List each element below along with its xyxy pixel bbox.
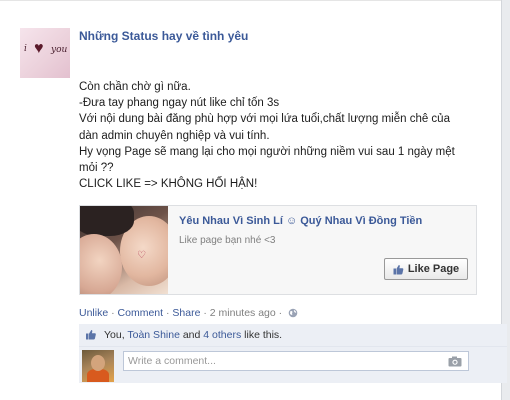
- like-page-button[interactable]: Like Page: [384, 258, 468, 280]
- avatar[interactable]: [82, 350, 114, 382]
- heart-icon: ♡: [137, 250, 146, 261]
- post-line: CLICK LIKE => KHÔNG HỐI HẬN!: [79, 178, 258, 191]
- camera-icon[interactable]: [448, 356, 462, 370]
- post-line: Còn chần chờ gì nữa.: [79, 81, 191, 93]
- post-text: Còn chần chờ gì nữa. -Đưa tay phang ngay…: [79, 79, 494, 192]
- shared-page-image[interactable]: ♡: [80, 206, 168, 294]
- like-page-label: Like Page: [407, 263, 460, 275]
- likes-suffix: like this.: [241, 329, 283, 341]
- avatar-head: [91, 355, 105, 371]
- thumbs-up-icon: [85, 329, 97, 343]
- separator: ·: [275, 307, 286, 319]
- likes-you: You,: [104, 329, 128, 341]
- avatar-text-right: you: [51, 45, 68, 55]
- unlike-link[interactable]: Unlike: [79, 307, 108, 319]
- globe-icon[interactable]: [288, 308, 298, 321]
- separator: ·: [108, 307, 118, 319]
- others-link[interactable]: 4 others: [203, 329, 241, 341]
- top-divider: [0, 0, 501, 1]
- post-line: Hy vọng Page sẽ mang lại cho mọi người n…: [79, 145, 455, 158]
- liker-friend-link[interactable]: Toàn Shine: [127, 329, 180, 341]
- image-face: [80, 234, 122, 294]
- shared-page-card: ♡ Yêu Nhau Vì Sinh Lí ☺ Quý Nhau Vì Đồng…: [79, 205, 477, 295]
- avatar-text-left: i: [24, 44, 27, 54]
- likes-text: You, Toàn Shine and 4 others like this.: [104, 329, 282, 341]
- shared-page-subtitle: Like page bạn nhé <3: [179, 235, 276, 246]
- separator: ·: [200, 307, 210, 319]
- post-actions: Unlike · Comment · Share · 2 minutes ago…: [79, 307, 298, 321]
- heart-icon: ♥: [34, 40, 44, 57]
- share-link[interactable]: Share: [172, 307, 200, 319]
- timestamp[interactable]: 2 minutes ago: [210, 307, 276, 319]
- thumbs-up-icon: [393, 264, 404, 275]
- post-line: Với nội dung bài đăng phù hợp với mọi lứ…: [79, 113, 450, 126]
- post-line: dàn admin chuyên nghiệp và vui tính.: [79, 129, 270, 142]
- page-avatar[interactable]: i ♥ you: [20, 28, 70, 78]
- post-line: -Đưa tay phang ngay nút like chỉ tốn 3s: [79, 97, 280, 110]
- likes-summary: You, Toàn Shine and 4 others like this.: [79, 324, 507, 347]
- comment-input[interactable]: Write a comment...: [123, 351, 469, 371]
- image-hair: [80, 206, 134, 236]
- page-name-link[interactable]: Những Status hay về tình yêu: [79, 29, 248, 43]
- post-line: mỏi ??: [79, 162, 114, 175]
- separator: ·: [163, 307, 173, 319]
- comment-composer: Write a comment...: [79, 347, 507, 383]
- shared-page-title-link[interactable]: Yêu Nhau Vì Sinh Lí ☺ Quý Nhau Vì Đồng T…: [179, 215, 422, 227]
- likes-and: and: [179, 329, 204, 341]
- comment-placeholder: Write a comment...: [128, 355, 216, 367]
- comment-link[interactable]: Comment: [118, 307, 164, 319]
